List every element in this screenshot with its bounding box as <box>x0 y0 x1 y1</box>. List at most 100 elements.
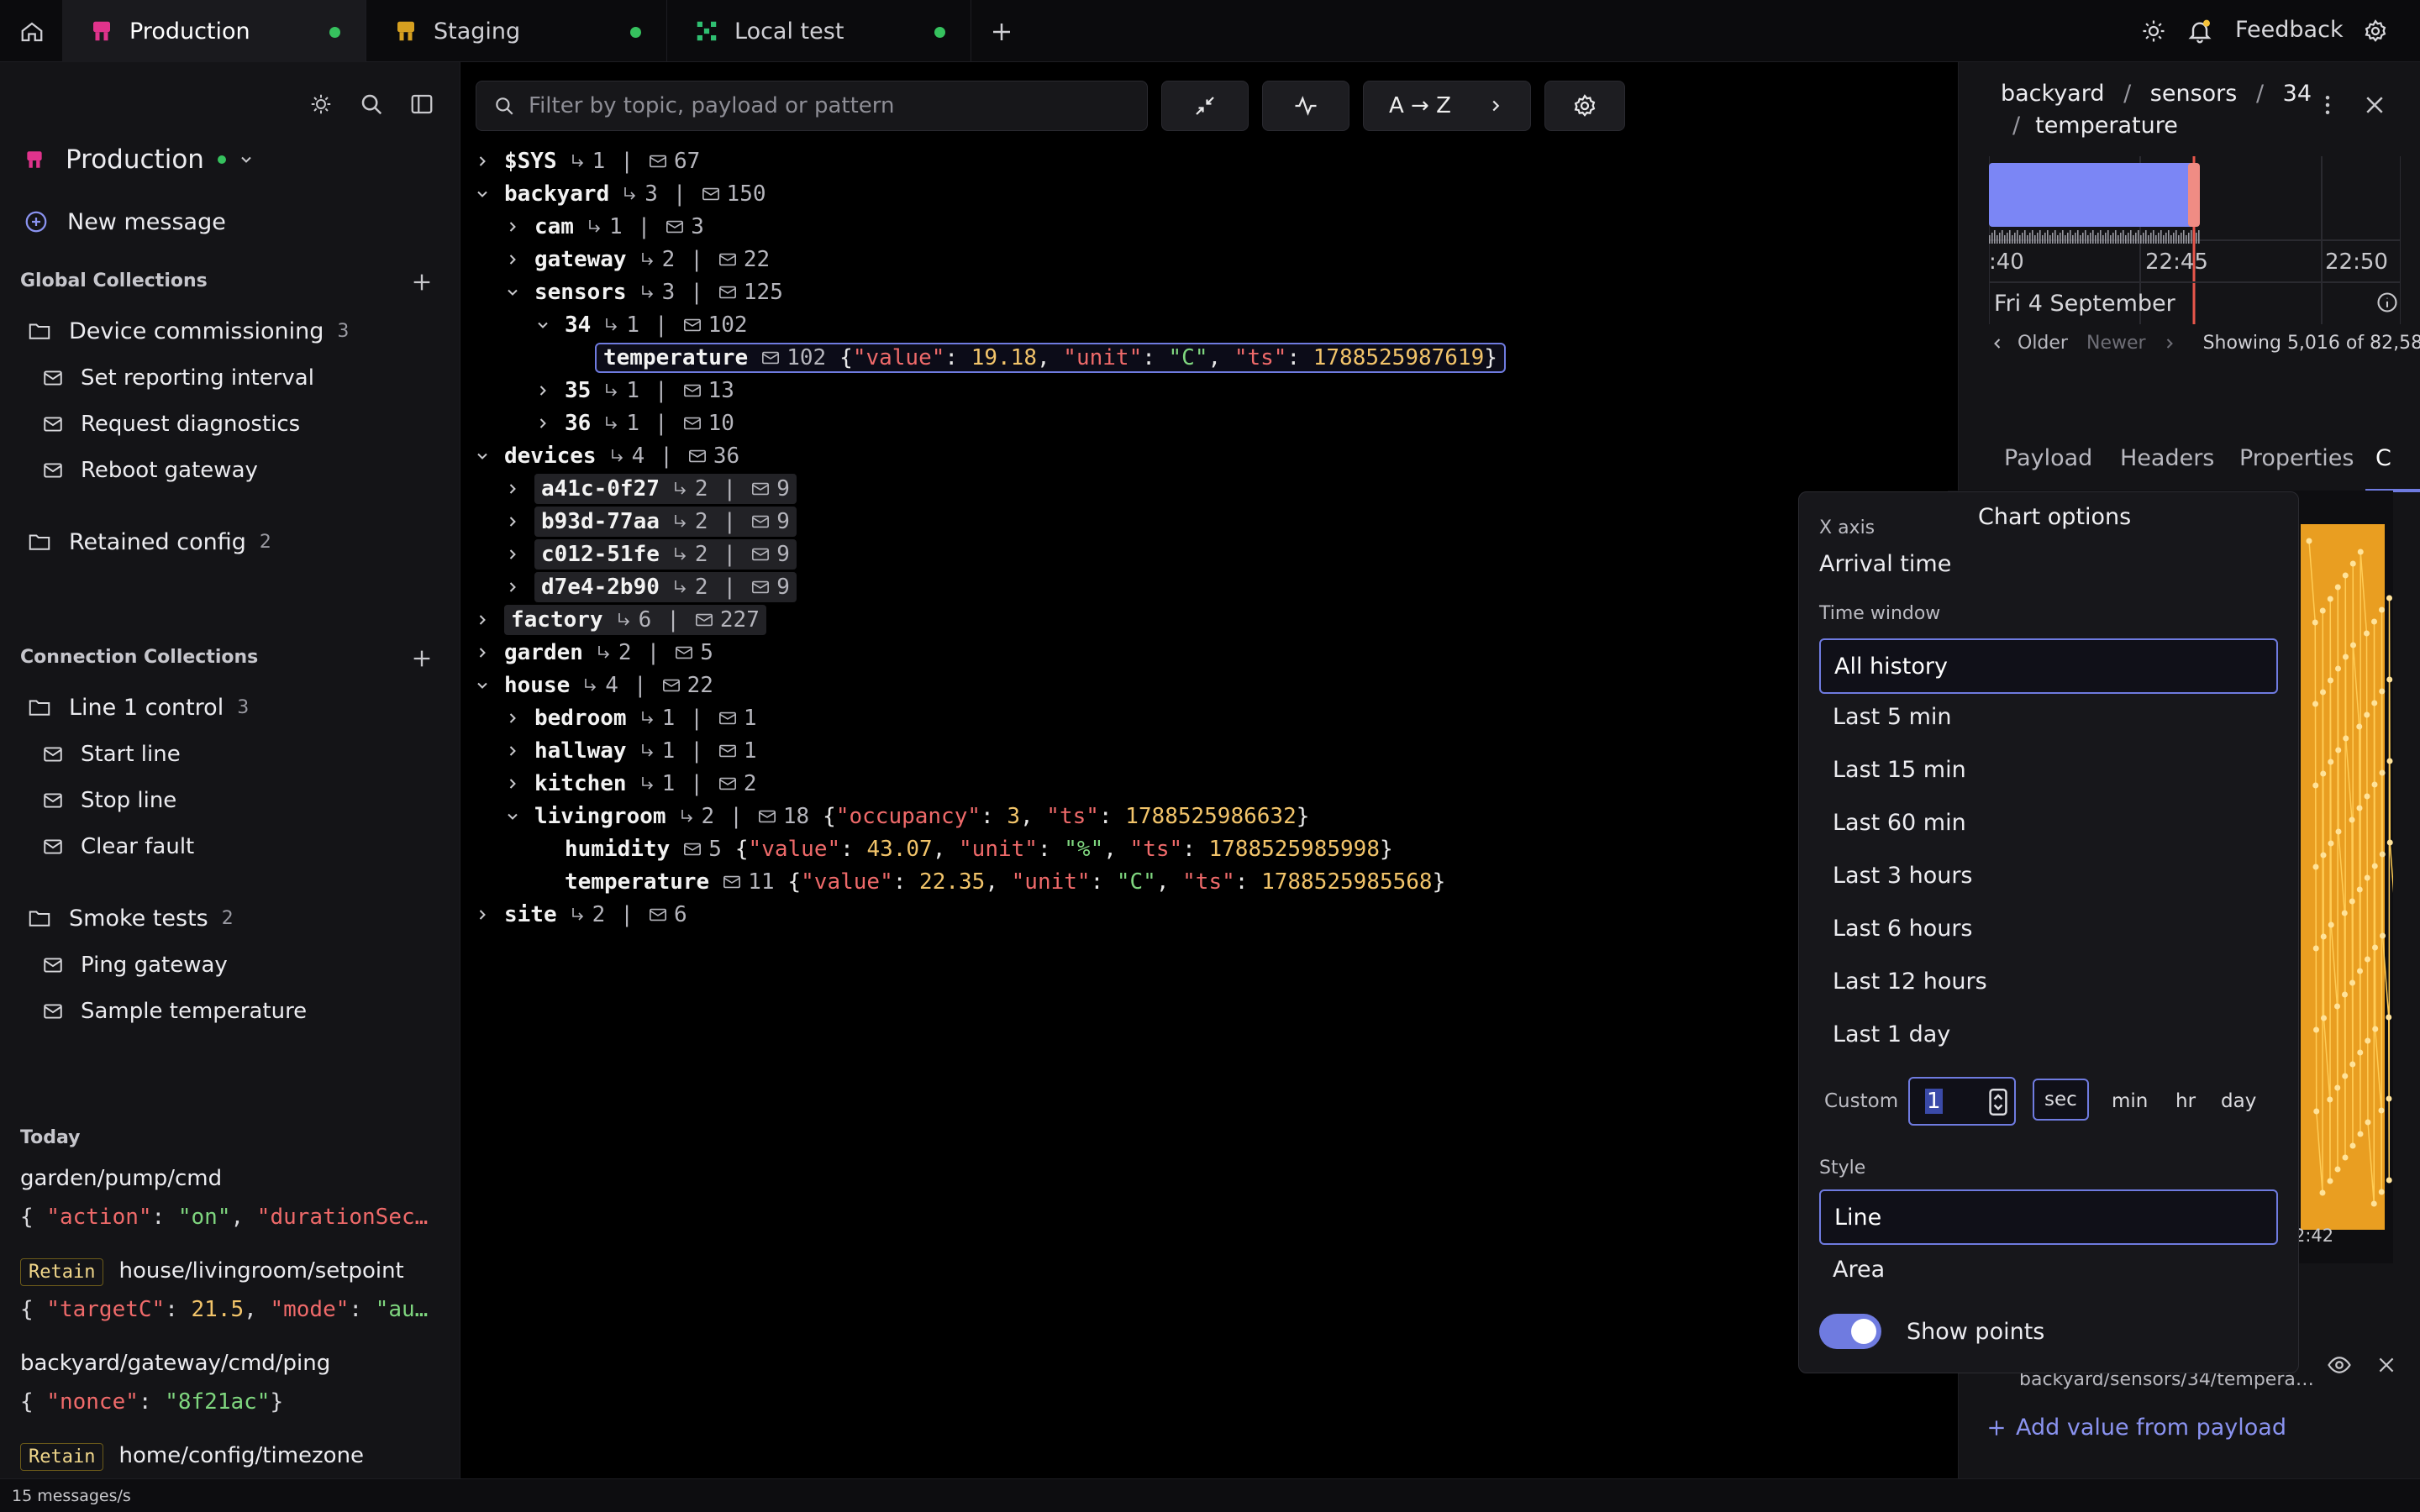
chevron-down-icon[interactable] <box>501 808 524 825</box>
toggle-sidebar-icon[interactable] <box>405 87 439 121</box>
tree-node[interactable]: garden 2 | 5 <box>471 638 713 668</box>
chart-point[interactable] <box>2364 874 2370 881</box>
filter-input[interactable] <box>529 93 1117 118</box>
tree-node[interactable]: sensors 3 | 125 <box>501 277 783 307</box>
unit-option[interactable]: sec <box>2033 1079 2089 1121</box>
chart-point[interactable] <box>2378 1107 2385 1114</box>
chart-point[interactable] <box>2320 852 2327 858</box>
stepper-arrows-icon[interactable] <box>1989 1089 2007 1116</box>
chart-point[interactable] <box>2386 676 2393 683</box>
settings-gear-icon[interactable] <box>2363 0 2388 62</box>
chart-point[interactable] <box>2342 991 2348 998</box>
chart-point[interactable] <box>2313 1026 2319 1033</box>
collection-folder[interactable]: Smoke tests 2 <box>27 901 234 935</box>
collection-folder[interactable]: Retained config 2 <box>27 525 271 559</box>
chart-point[interactable] <box>2312 619 2318 626</box>
style-option-area[interactable]: Area <box>1833 1257 1885 1283</box>
chart-point[interactable] <box>2364 711 2370 718</box>
chart-point[interactable] <box>2364 793 2370 800</box>
detail-tab[interactable]: Headers <box>2120 445 2214 471</box>
chart-point[interactable] <box>2349 1142 2356 1149</box>
chart-point[interactable] <box>2365 956 2370 963</box>
unit-option[interactable]: day <box>2221 1090 2256 1112</box>
chart-point[interactable] <box>2320 689 2326 696</box>
add-global-collection-icon[interactable] <box>405 265 439 299</box>
tab-local-test[interactable]: Local test <box>667 0 971 62</box>
chart-point[interactable] <box>2312 701 2318 707</box>
chart-point[interactable] <box>2321 1015 2327 1021</box>
collection-message[interactable]: Clear fault <box>42 830 194 864</box>
tree-node[interactable]: 36 1 | 10 <box>531 408 734 438</box>
chart-point[interactable] <box>2386 758 2393 764</box>
add-connection-collection-icon[interactable] <box>405 642 439 675</box>
chart-point[interactable] <box>2320 770 2327 777</box>
tree-node[interactable]: $SYS 1 | 67 <box>471 146 700 176</box>
tree-node[interactable]: temperature 11 {"value": 22.35, "unit": "C… <box>565 867 1445 897</box>
timeline-handle[interactable] <box>2188 163 2200 227</box>
chart-point[interactable] <box>2349 816 2355 823</box>
chart-point[interactable] <box>2335 828 2342 835</box>
tree-node[interactable]: livingroom 2 | 18 {"occupancy": 3, "ts": 178… <box>501 801 1309 832</box>
chart-point[interactable] <box>2335 665 2341 672</box>
chevron-right-icon[interactable] <box>531 415 555 432</box>
chart-point[interactable] <box>2371 700 2378 706</box>
chart-point[interactable] <box>2313 1108 2320 1115</box>
chart-point[interactable] <box>2350 642 2356 648</box>
tree-node[interactable]: d7e4-2b90 2 | 9 <box>501 572 797 602</box>
chevron-right-icon[interactable] <box>531 382 555 399</box>
chart-point[interactable] <box>2371 618 2377 625</box>
chart-point[interactable] <box>2386 1095 2392 1102</box>
chevron-right-icon[interactable] <box>501 775 524 792</box>
chart-point[interactable] <box>2334 1166 2341 1173</box>
chart-point[interactable] <box>2341 910 2348 916</box>
tree-node[interactable]: b93d-77aa 2 | 9 <box>501 507 797 537</box>
chart-point[interactable] <box>2386 1177 2392 1184</box>
add-value-button[interactable]: Add value from payload <box>1986 1415 2286 1441</box>
chevron-right-icon[interactable] <box>471 612 494 628</box>
chart-point[interactable] <box>2356 723 2363 730</box>
chevron-right-icon[interactable] <box>501 546 524 563</box>
chart-point[interactable] <box>2372 1026 2379 1032</box>
tree-node[interactable]: c012-51fe 2 | 9 <box>501 539 797 570</box>
tree-node[interactable]: temperature 102 {"value": 19.18, "unit": "… <box>595 343 1506 373</box>
collection-folder[interactable]: Line 1 control 3 <box>27 690 249 724</box>
time-window-option[interactable]: Last 60 min <box>1833 810 1966 836</box>
chevron-down-icon[interactable] <box>471 186 494 202</box>
breadcrumb-item[interactable]: sensors <box>2150 81 2238 107</box>
tree-node[interactable]: humidity 5 {"value": 43.07, "unit": "%", "… <box>565 834 1393 864</box>
tree-node[interactable]: house 4 | 22 <box>471 670 713 701</box>
detail-tab[interactable]: Properties <box>2239 445 2354 471</box>
tree-node[interactable]: cam 1 | 3 <box>501 212 704 242</box>
chart-point[interactable] <box>2357 1049 2364 1056</box>
chart-point[interactable] <box>2327 1096 2333 1103</box>
chart-point[interactable] <box>2312 945 2319 952</box>
style-selected[interactable]: Line <box>1819 1189 2278 1245</box>
new-message-button[interactable]: New message <box>24 205 226 239</box>
unit-option[interactable]: min <box>2112 1090 2148 1112</box>
time-window-option[interactable]: Last 12 hours <box>1833 969 1987 995</box>
chevron-left-icon[interactable] <box>1989 335 2006 352</box>
chart-point[interactable] <box>2365 1037 2371 1044</box>
tree-node[interactable]: hallway 1 | 1 <box>501 736 757 766</box>
collection-message[interactable]: Set reporting interval <box>42 361 314 395</box>
tree-node[interactable]: gateway 2 | 22 <box>501 244 770 275</box>
chart-point[interactable] <box>2378 1189 2385 1195</box>
history-topic[interactable]: garden/pump/cmd <box>20 1166 222 1191</box>
chart-point[interactable] <box>2334 1003 2340 1010</box>
breadcrumb-item[interactable]: 34 <box>2283 81 2312 107</box>
breadcrumb-item[interactable]: backyard <box>2001 81 2105 107</box>
time-window-option[interactable]: Last 5 min <box>1833 704 1952 730</box>
chart-point[interactable] <box>2380 932 2386 939</box>
chart-point[interactable] <box>2334 584 2341 591</box>
collection-message[interactable]: Stop line <box>42 784 176 817</box>
x-axis-value[interactable]: Arrival time <box>1819 551 1951 577</box>
chevron-right-icon[interactable] <box>501 743 524 759</box>
time-window-option[interactable]: Last 1 day <box>1833 1021 1950 1047</box>
chart-point[interactable] <box>2372 944 2378 951</box>
timeline-selection[interactable] <box>1989 163 2199 227</box>
collection-message[interactable]: Start line <box>42 738 181 771</box>
chart-point[interactable] <box>2349 560 2356 567</box>
close-icon[interactable] <box>2362 92 2387 118</box>
tree-node[interactable]: 35 1 | 13 <box>531 375 734 406</box>
remove-series-icon[interactable] <box>2375 1354 2397 1376</box>
